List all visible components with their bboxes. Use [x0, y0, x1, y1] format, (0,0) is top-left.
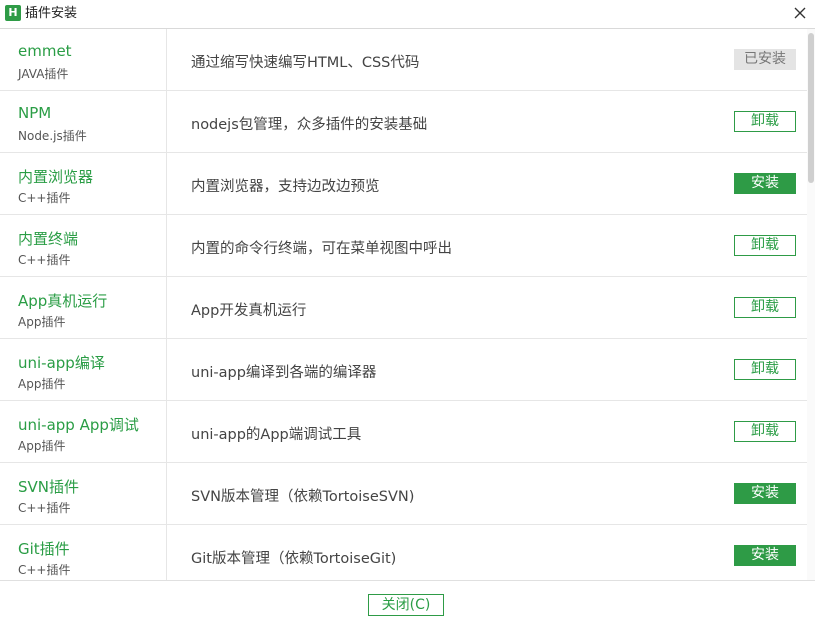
plugin-description: SVN版本管理（依赖TortoiseSVN) — [191, 489, 415, 505]
plugin-name: Git插件 — [18, 540, 70, 558]
plugin-type: App插件 — [18, 315, 66, 329]
plugin-info-cell: App真机运行 App插件 — [0, 277, 167, 338]
plugin-info-cell: SVN插件 C++插件 — [0, 463, 167, 524]
plugin-info-cell: 内置终端 C++插件 — [0, 215, 167, 276]
plugin-info-cell: NPM Node.js插件 — [0, 91, 167, 152]
plugin-description: 通过缩写快速编写HTML、CSS代码 — [191, 55, 420, 71]
uninstall-button[interactable]: 卸载 — [734, 297, 796, 318]
plugin-description: 内置浏览器，支持边改边预览 — [191, 179, 380, 195]
plugin-row: 内置浏览器 C++插件 内置浏览器，支持边改边预览 安装 — [0, 153, 807, 215]
plugin-description: uni-app的App端调试工具 — [191, 427, 362, 443]
plugin-info-cell: uni-app App调试 App插件 — [0, 401, 167, 462]
close-icon — [794, 7, 806, 19]
plugin-info-cell: emmet JAVA插件 — [0, 29, 167, 90]
close-button[interactable]: 关闭(C) — [368, 594, 444, 616]
plugin-type: C++插件 — [18, 501, 71, 515]
plugin-description: nodejs包管理，众多插件的安装基础 — [191, 117, 428, 133]
plugin-type: Node.js插件 — [18, 129, 87, 143]
window-title: 插件安装 — [25, 6, 78, 21]
plugin-name: 内置终端 — [18, 230, 79, 248]
plugin-type: C++插件 — [18, 563, 71, 577]
plugin-row: NPM Node.js插件 nodejs包管理，众多插件的安装基础 卸载 — [0, 91, 807, 153]
plugin-info-cell: 内置浏览器 C++插件 — [0, 153, 167, 214]
plugin-list: emmet JAVA插件 通过缩写快速编写HTML、CSS代码 已安装 NPM Node.… — [0, 29, 807, 580]
plugin-description: 内置的命令行终端，可在菜单视图中呼出 — [191, 241, 452, 257]
plugin-info-cell: Git插件 C++插件 — [0, 525, 167, 580]
plugin-row: App真机运行 App插件 App开发真机运行 卸载 — [0, 277, 807, 339]
plugin-type: App插件 — [18, 439, 66, 453]
plugin-name: SVN插件 — [18, 478, 80, 496]
plugin-row: 内置终端 C++插件 内置的命令行终端，可在菜单视图中呼出 卸载 — [0, 215, 807, 277]
uninstall-button[interactable]: 卸载 — [734, 235, 796, 256]
plugin-info-cell: uni-app编译 App插件 — [0, 339, 167, 400]
plugin-name: emmet — [18, 42, 72, 60]
plugin-type: App插件 — [18, 377, 66, 391]
plugin-row: uni-app App调试 App插件 uni-app的App端调试工具 卸载 — [0, 401, 807, 463]
dialog-footer: 关闭(C) — [0, 580, 815, 621]
plugin-row: SVN插件 C++插件 SVN版本管理（依赖TortoiseSVN) 安装 — [0, 463, 807, 525]
vertical-scrollbar[interactable] — [807, 29, 815, 580]
uninstall-button[interactable]: 卸载 — [734, 421, 796, 442]
plugin-row: emmet JAVA插件 通过缩写快速编写HTML、CSS代码 已安装 — [0, 29, 807, 91]
install-button[interactable]: 安装 — [734, 173, 796, 194]
plugin-description: Git版本管理（依赖TortoiseGit) — [191, 551, 397, 567]
plugin-row: Git插件 C++插件 Git版本管理（依赖TortoiseGit) 安装 — [0, 525, 807, 580]
plugin-type: JAVA插件 — [18, 67, 69, 81]
install-button[interactable]: 安装 — [734, 545, 796, 566]
scrollbar-thumb[interactable] — [808, 33, 814, 183]
uninstall-button[interactable]: 卸载 — [734, 111, 796, 132]
installed-badge: 已安装 — [734, 49, 796, 70]
title-bar: H 插件安装 — [0, 0, 815, 28]
plugin-row: uni-app编译 App插件 uni-app编译到各端的编译器 卸载 — [0, 339, 807, 401]
plugin-name: NPM — [18, 104, 52, 122]
hbuilder-logo-icon: H — [5, 5, 21, 21]
uninstall-button[interactable]: 卸载 — [734, 359, 796, 380]
install-button[interactable]: 安装 — [734, 483, 796, 504]
plugin-description: App开发真机运行 — [191, 303, 307, 319]
plugin-name: App真机运行 — [18, 292, 108, 310]
plugin-name: uni-app编译 — [18, 354, 105, 372]
plugin-name: 内置浏览器 — [18, 168, 94, 186]
plugin-name: uni-app App调试 — [18, 416, 139, 434]
plugin-type: C++插件 — [18, 253, 71, 267]
plugin-description: uni-app编译到各端的编译器 — [191, 365, 377, 381]
close-window-button[interactable] — [789, 2, 811, 24]
plugin-type: C++插件 — [18, 191, 71, 205]
